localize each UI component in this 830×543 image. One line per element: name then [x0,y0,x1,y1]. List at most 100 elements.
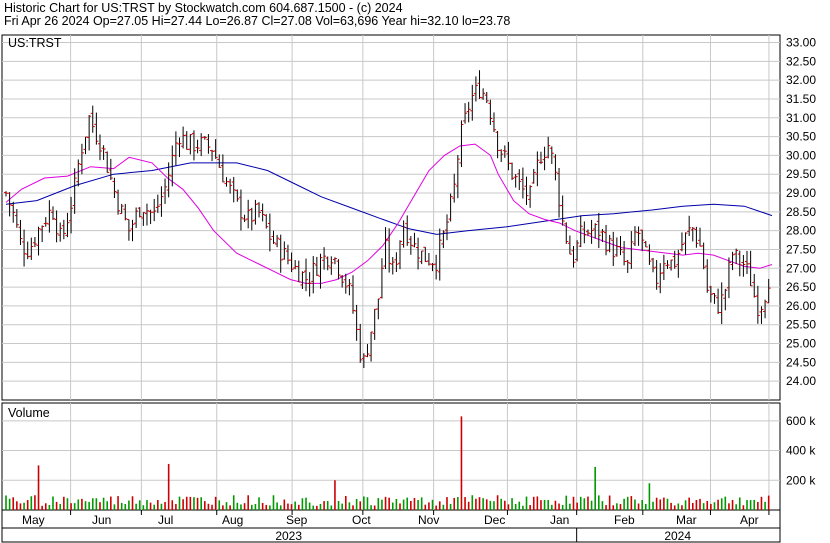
volume-bar [749,500,752,510]
volume-bar [554,500,557,510]
volume-bar [363,496,365,510]
volume-bar [110,496,112,510]
volume-bar [540,500,542,510]
volume-bar [699,498,701,510]
volume-bar [294,501,296,510]
price-tick-label: 26.00 [786,299,816,313]
volume-bar [52,496,54,510]
volume-bar [222,505,224,510]
volume-bar [287,503,289,510]
month-label: Oct [352,513,371,527]
volume-bar [500,498,503,510]
volume-bar [446,497,448,510]
year-label: 2024 [664,529,691,543]
volume-bar [561,504,564,510]
volume-bar [532,496,535,510]
volume-bar [605,505,607,510]
volume-bar [760,496,763,510]
volume-bar [569,503,571,510]
volume-bar [12,497,15,510]
volume-bar [514,503,517,510]
volume-bar [8,498,11,510]
volume-bar [695,500,698,510]
volume-bar [34,495,36,510]
month-label: Aug [222,513,243,527]
volume-bar [41,505,43,510]
volume-bar [229,505,231,510]
volume-bar [594,466,596,510]
volume-bar [630,496,633,510]
volume-bar [44,503,47,510]
volume-bar [204,501,206,510]
volume-bar [283,499,286,510]
volume-bar [366,497,369,510]
volume-bar [279,505,282,510]
volume-bar [619,504,622,510]
volume-bar [297,504,300,510]
price-tick-label: 27.00 [786,261,816,275]
volume-bar [261,502,264,510]
month-label: Dec [484,513,505,527]
volume-bar [598,495,600,510]
volume-bar [435,505,437,510]
volume-bar [529,505,531,510]
volume-bar [590,500,593,510]
volume-bar [258,497,260,510]
volume-bar [742,505,745,510]
month-label: Apr [740,513,759,527]
year-label: 2023 [275,529,302,543]
volume-bar [344,496,347,510]
price-tick-label: 29.00 [786,186,816,200]
volume-bar [59,504,62,510]
volume-bar [666,498,669,510]
volume-bar [536,496,539,510]
volume-bar [551,504,553,510]
volume-bar [138,500,141,510]
volume-bar [381,499,383,510]
volume-bar [652,501,654,510]
month-label: Jul [158,513,173,527]
volume-bar [185,496,188,510]
volume-bar [518,501,521,510]
volume-bar [612,505,615,510]
volume-bar [290,504,293,510]
volume-bar [388,497,390,510]
volume-bar [731,499,734,510]
volume-bar [543,499,546,510]
volume-bar [240,504,242,510]
price-tick-label: 24.50 [786,355,816,369]
volume-bar [641,500,643,510]
volume-tick-label: 400 k [786,444,816,458]
volume-bar [160,503,163,510]
volume-bar [417,499,419,510]
price-tick-label: 31.50 [786,92,816,106]
volume-bar [634,499,636,510]
volume-bar [655,497,658,510]
volume-bar [663,497,665,510]
volume-bar [26,500,29,510]
volume-bar [724,496,727,510]
volume-bar [359,501,362,510]
volume-bar [547,499,549,510]
volume-tick-label: 600 k [786,414,816,428]
volume-bar [117,496,119,510]
volume-bar [84,501,87,510]
volume-bar [106,501,109,510]
volume-bar [326,500,329,510]
volume-bar [402,499,405,510]
volume-bar [616,503,618,510]
volume-bar [23,502,25,510]
volume-bar [189,496,192,510]
volume-bar [81,498,83,510]
volume-bar [70,503,72,510]
chart-canvas: 24.00 24.50 25.00 25.50 26.00 26.50 27.00 27.50… [1,34,816,543]
volume-bar [272,495,275,510]
volume-bar [485,499,488,510]
volume-bar [764,501,766,510]
volume-bar [91,498,94,510]
volume-bar [167,463,170,510]
volume-bar [254,503,257,510]
volume-bar [438,501,441,510]
volume-bar [265,504,268,510]
volume-bar [410,500,412,510]
